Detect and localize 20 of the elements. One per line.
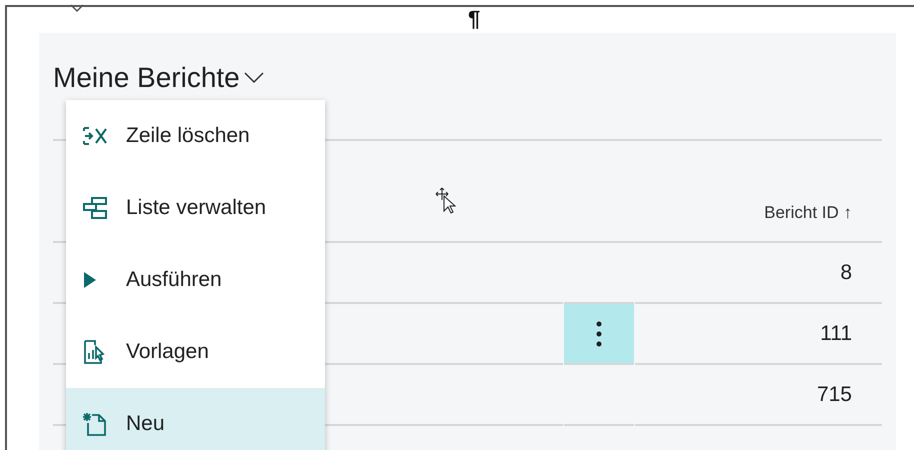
move-cursor-icon <box>434 187 458 215</box>
menu-item[interactable]: Ausführen <box>66 244 325 316</box>
menu-item[interactable]: Vorlagen <box>66 316 325 388</box>
more-vertical-icon <box>596 320 602 346</box>
list-icon <box>82 196 108 220</box>
page-title-dropdown[interactable]: Meine Berichte <box>53 57 264 99</box>
document-icon <box>82 339 106 365</box>
delete-row-icon <box>82 125 108 147</box>
table-cell-text: 8 <box>840 260 852 286</box>
table-cell-text: 111 <box>820 320 852 347</box>
paragraph-mark: ¶ <box>468 8 480 30</box>
row-actions-button[interactable] <box>564 304 634 363</box>
table-cell-text: 715 <box>816 382 852 408</box>
new-document-icon <box>82 411 108 437</box>
menu-item[interactable]: Zeile löschen <box>66 100 325 172</box>
column-header[interactable]: Bericht ID ↑ <box>764 200 852 225</box>
menu-item[interactable]: Liste verwalten <box>66 172 325 244</box>
menu-item[interactable]: Neu <box>66 388 325 450</box>
play-icon <box>82 270 98 290</box>
chevron-down-icon <box>244 72 264 84</box>
